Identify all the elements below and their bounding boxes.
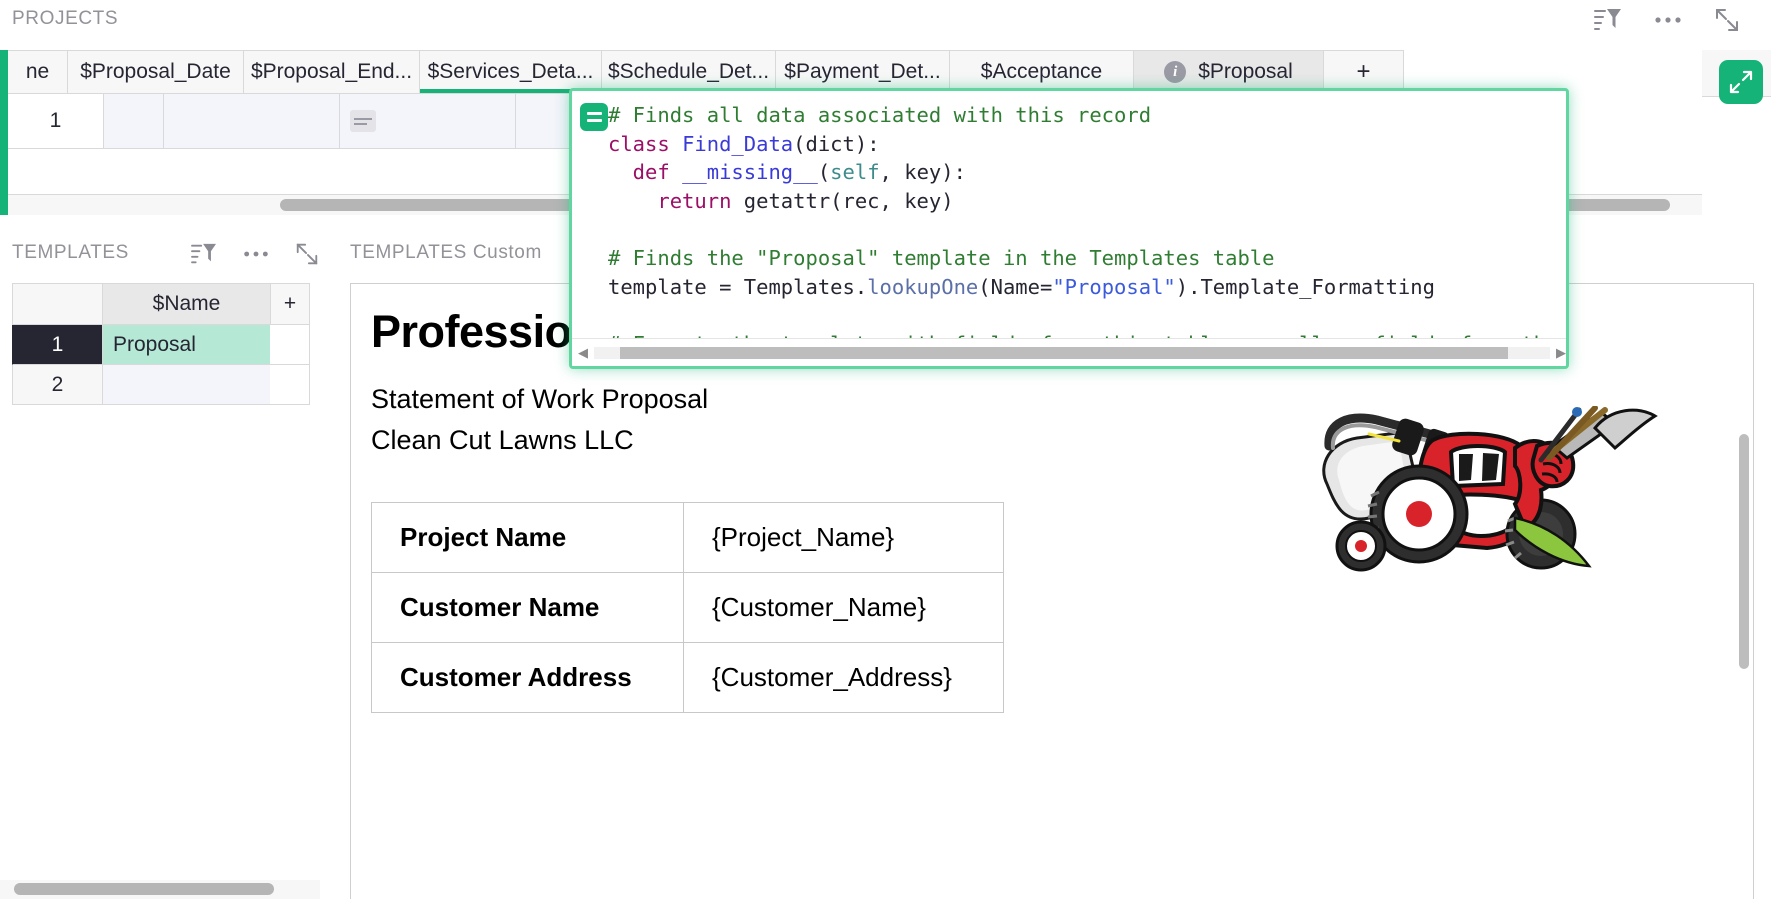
- app-root: PROJECTS: [0, 0, 1771, 899]
- code-token: # Finds all data associated with this re…: [608, 103, 1151, 127]
- formula-editor-hscrollbar[interactable]: ◀ ▶: [572, 338, 1569, 366]
- sort-filter-icon[interactable]: [190, 242, 218, 266]
- column-header-label: $Proposal_End...: [251, 60, 412, 84]
- code-line: template = Templates.lookupOne(Name="Pro…: [608, 273, 1566, 302]
- code-line: class Find_Data(dict):: [608, 130, 1566, 159]
- code-token: return: [608, 189, 744, 213]
- column-header-label: $Services_Deta...: [428, 60, 594, 84]
- code-token: "Proposal": [1052, 275, 1175, 299]
- expand-icon[interactable]: [1713, 6, 1741, 34]
- scroll-left-arrow-icon[interactable]: ◀: [572, 345, 594, 361]
- code-token: (Name=: [978, 275, 1052, 299]
- document-preview[interactable]: Professional Services Statement of Work …: [350, 283, 1754, 899]
- column-header-label: $Acceptance: [981, 60, 1102, 84]
- formula-hscrollbar-thumb[interactable]: [620, 347, 1508, 359]
- table-row[interactable]: 2: [12, 365, 310, 405]
- document-fields-table: Project Name{Project_Name}Customer Name{…: [371, 502, 1004, 713]
- projects-widget-title: PROJECTS: [12, 8, 118, 30]
- templates-rownum-header: [12, 283, 102, 325]
- column-header-2[interactable]: $Proposal_End...: [244, 50, 420, 94]
- document-field-label: Project Name: [372, 503, 684, 573]
- formula-icon: [580, 103, 608, 131]
- templates-column-name[interactable]: $Name: [102, 283, 270, 325]
- code-line: def __missing__(self, key):: [608, 158, 1566, 187]
- templates-widget-title: TEMPLATES: [12, 242, 129, 264]
- table-cell[interactable]: [164, 94, 340, 149]
- document-field-value: {Project_Name}: [684, 503, 1004, 573]
- document-field-value: {Customer_Name}: [684, 573, 1004, 643]
- formula-code-text[interactable]: # Finds all data associated with this re…: [608, 101, 1566, 338]
- templates-header-icons: [190, 241, 320, 267]
- code-token: getattr(rec, key): [744, 189, 954, 213]
- code-token: __missing__: [682, 160, 818, 184]
- document-field-label: Customer Address: [372, 643, 684, 713]
- code-line: return getattr(rec, key): [608, 187, 1566, 216]
- row-number[interactable]: 2: [12, 365, 102, 405]
- code-line: # Finds all data associated with this re…: [608, 101, 1566, 130]
- document-table-row: Project Name{Project_Name}: [372, 503, 1004, 573]
- document-table-row: Customer Address{Customer_Address}: [372, 643, 1004, 713]
- table-cell-name[interactable]: Proposal: [102, 325, 270, 365]
- code-token: (: [818, 160, 830, 184]
- expand-icon[interactable]: [294, 241, 320, 267]
- sort-filter-icon[interactable]: [1593, 7, 1623, 33]
- code-token: def: [608, 160, 682, 184]
- more-options-icon[interactable]: [242, 249, 270, 259]
- code-line: # Formats the template with fields from …: [608, 330, 1566, 338]
- code-token: class: [608, 132, 682, 156]
- table-cell-pad: [270, 325, 310, 365]
- column-header-label: $Payment_Det...: [784, 60, 940, 84]
- info-icon[interactable]: i: [1164, 61, 1186, 83]
- attachment-chip-icon[interactable]: [350, 110, 376, 132]
- templates-column-headers: $Name +: [12, 283, 310, 325]
- code-token: , key):: [880, 160, 966, 184]
- projects-header-icons: [1593, 6, 1741, 34]
- document-field-value: {Customer_Address}: [684, 643, 1004, 713]
- code-token: lookupOne: [867, 275, 978, 299]
- templates-grid[interactable]: $Name + 1Proposal2: [12, 283, 310, 405]
- table-row[interactable]: 1Proposal: [12, 325, 310, 365]
- document-table-row: Customer Name{Customer_Name}: [372, 573, 1004, 643]
- add-column-button[interactable]: +: [270, 283, 310, 325]
- formula-hscrollbar-track[interactable]: [594, 347, 1550, 359]
- column-header-label: ne: [26, 60, 49, 84]
- grid-selection-accent: [0, 50, 8, 215]
- formula-editor-popup[interactable]: # Finds all data associated with this re…: [569, 88, 1569, 369]
- column-header-label: $Proposal_Date: [80, 60, 231, 84]
- templates-widget: TEMPLATES: [0, 225, 320, 899]
- code-token: ).Template_Formatting: [1176, 275, 1435, 299]
- column-header-1[interactable]: $Proposal_Date: [68, 50, 244, 94]
- scroll-right-arrow-icon[interactable]: ▶: [1550, 345, 1569, 361]
- row-number[interactable]: 1: [12, 325, 102, 365]
- code-token: template = Templates.: [608, 275, 867, 299]
- table-cell[interactable]: [340, 94, 516, 149]
- code-token: Find_Data: [682, 132, 793, 156]
- code-line: # Finds the "Proposal" template in the T…: [608, 244, 1566, 273]
- templates-hscrollbar-thumb[interactable]: [14, 883, 274, 895]
- custom-widget-title: TEMPLATES Custom: [350, 242, 542, 264]
- row-number[interactable]: 1: [8, 94, 104, 149]
- formula-editor-body[interactable]: # Finds all data associated with this re…: [572, 91, 1566, 338]
- more-options-icon[interactable]: [1653, 15, 1683, 25]
- document-vscrollbar-thumb[interactable]: [1739, 434, 1749, 669]
- code-line: [608, 215, 1566, 244]
- templates-rows: 1Proposal2: [12, 325, 310, 405]
- column-header-label: $Proposal: [1198, 60, 1293, 84]
- column-header-0[interactable]: ne: [8, 50, 68, 94]
- collapse-expand-icon[interactable]: [1719, 60, 1763, 104]
- table-cell-name[interactable]: [102, 365, 270, 405]
- code-token: self: [830, 160, 879, 184]
- table-cell[interactable]: [104, 94, 164, 149]
- lawn-mower-mascot-image: [1309, 406, 1681, 612]
- code-line: [608, 301, 1566, 330]
- document-field-label: Customer Name: [372, 573, 684, 643]
- column-header-label: $Schedule_Det...: [608, 60, 769, 84]
- column-header-label: +: [1356, 58, 1370, 86]
- table-cell-pad: [270, 365, 310, 405]
- code-token: # Finds the "Proposal" template in the T…: [608, 246, 1274, 270]
- code-token: (dict):: [793, 132, 879, 156]
